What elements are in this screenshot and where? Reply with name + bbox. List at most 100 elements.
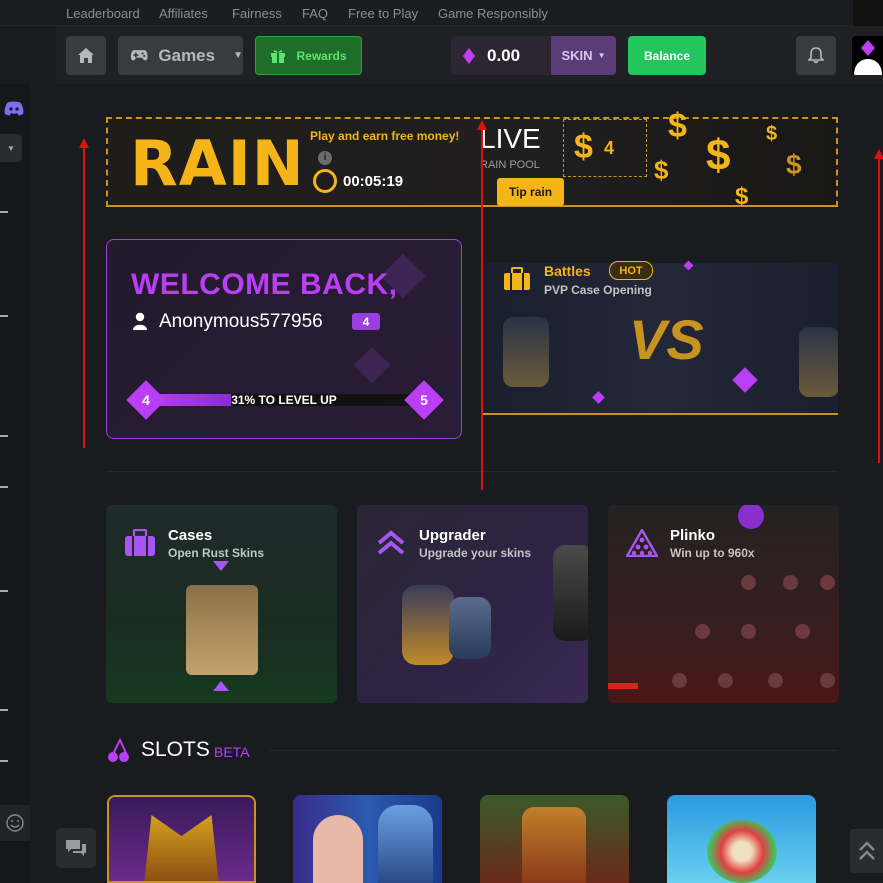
currency-selector[interactable]: SKIN ▼ [551, 36, 616, 75]
next-level: 5 [420, 392, 428, 408]
vs-graphic: VS [629, 308, 704, 371]
nav-game-responsibly[interactable]: Game Responsibly [438, 6, 548, 21]
decorative-diamond [732, 367, 758, 393]
stopwatch-icon [313, 169, 337, 193]
slot-tile[interactable] [667, 795, 816, 883]
username: Anonymous577956 [159, 311, 323, 332]
slot-tile[interactable] [480, 795, 629, 883]
slots-title: SLOTS [141, 738, 210, 761]
slots-beta-badge: BETA [214, 744, 250, 760]
skin-item-left [503, 317, 549, 387]
nav-fairness[interactable]: Fairness [232, 6, 282, 21]
gamepad-icon [130, 50, 148, 61]
annotation-arrowhead [874, 149, 883, 159]
plinko-peg [741, 575, 756, 590]
slot-thumbnail [707, 820, 777, 883]
info-icon[interactable]: i [318, 151, 332, 165]
briefcase-icon [125, 529, 155, 556]
sidebar-marker [0, 760, 8, 762]
game-subtitle: Upgrade your skins [419, 546, 532, 560]
plinko-peg [672, 673, 687, 688]
plinko-peg [695, 624, 710, 639]
dollar-icon: $ [735, 183, 749, 210]
nav-free-to-play[interactable]: Free to Play [348, 6, 418, 21]
plinko-ball [738, 505, 764, 529]
home-button[interactable] [66, 36, 106, 75]
chat-button[interactable] [56, 828, 96, 868]
slot-thumbnail [144, 815, 219, 881]
battles-subtitle: PVP Case Opening [544, 283, 652, 297]
tip-rain-button[interactable]: Tip rain [497, 178, 564, 206]
left-sidebar: ▼ [0, 84, 30, 883]
game-card-upgrader[interactable]: Upgrader Upgrade your skins [357, 505, 588, 703]
rain-pool-label: RAIN POOL [480, 159, 540, 171]
slot-thumbnail [378, 805, 433, 883]
skin-item-right [799, 327, 838, 397]
header: Games ▼ Rewards 0.00 SKIN ▼ Balance [56, 26, 883, 84]
discord-icon[interactable] [4, 101, 24, 116]
game-title: Plinko [670, 527, 716, 544]
section-divider [106, 471, 838, 472]
bell-icon [808, 47, 824, 64]
sidebar-marker [0, 211, 8, 213]
currency-label: SKIN [561, 48, 593, 63]
nav-leaderboard[interactable]: Leaderboard [66, 6, 140, 21]
upgrade-skin-image [402, 585, 454, 665]
rewards-button[interactable]: Rewards [255, 36, 362, 75]
sidebar-dropdown[interactable]: ▼ [0, 134, 22, 162]
balance-button[interactable]: Balance [628, 36, 706, 75]
game-title: Cases [168, 527, 213, 544]
games-label: Games [158, 45, 216, 65]
plinko-peg [820, 673, 835, 688]
plinko-peg [783, 575, 798, 590]
games-dropdown-button[interactable]: Games ▼ [118, 36, 243, 75]
plinko-peg [820, 575, 835, 590]
balance-display: 0.00 SKIN ▼ [451, 36, 616, 75]
dollar-icon: $ [706, 131, 731, 180]
plinko-peg [741, 624, 756, 639]
arrow-up-icon [213, 681, 229, 691]
sidebar-marker [0, 315, 8, 317]
current-level: 4 [142, 392, 150, 408]
game-subtitle: Win up to 960x [670, 546, 755, 560]
rain-pool-count: 4 [604, 138, 615, 158]
notifications-button[interactable] [796, 36, 836, 75]
gem-icon [463, 48, 475, 64]
scroll-to-top-button[interactable] [850, 829, 883, 873]
user-icon [133, 312, 147, 330]
dollar-icon: $ [766, 123, 778, 145]
battles-card[interactable]: Battles HOT PVP Case Opening VS [481, 247, 838, 415]
decorative-diamond [353, 346, 391, 384]
dollar-icon: $ [574, 128, 593, 166]
upgrade-skin-image [553, 545, 588, 641]
slot-tile[interactable] [293, 795, 442, 883]
battles-top-strip [481, 247, 838, 263]
top-nav: Leaderboard Affiliates Fairness FAQ Free… [0, 0, 883, 26]
emoji-button[interactable] [0, 805, 30, 841]
case-skin-image [186, 585, 258, 675]
game-subtitle: Open Rust Skins [168, 546, 265, 560]
chevron-down-icon: ▼ [233, 50, 243, 61]
slot-thumbnail [313, 815, 363, 883]
chevron-down-icon: ▼ [597, 51, 606, 60]
slot-tile[interactable] [107, 795, 256, 883]
plinko-peg [768, 673, 783, 688]
chevrons-up-icon [858, 841, 875, 860]
gift-icon [271, 49, 286, 63]
nav-affiliates[interactable]: Affiliates [159, 6, 208, 21]
game-card-plinko[interactable]: Plinko Win up to 960x [608, 505, 839, 703]
welcome-title: WELCOME BACK, [131, 268, 398, 301]
user-avatar[interactable] [852, 36, 883, 75]
annotation-arrow [83, 146, 85, 448]
rain-subtitle: Play and earn free money! [310, 129, 460, 143]
game-card-cases[interactable]: Cases Open Rust Skins [106, 505, 337, 703]
level-badge: 4 [352, 313, 380, 330]
annotation-arrowhead [477, 120, 487, 130]
sidebar-marker [0, 590, 8, 592]
rain-pool-box: $ 4 [563, 119, 647, 177]
plinko-icon [626, 529, 658, 557]
briefcase-icon [504, 267, 530, 290]
plinko-peg [795, 624, 810, 639]
nav-faq[interactable]: FAQ [302, 6, 328, 21]
plinko-peg [718, 673, 733, 688]
